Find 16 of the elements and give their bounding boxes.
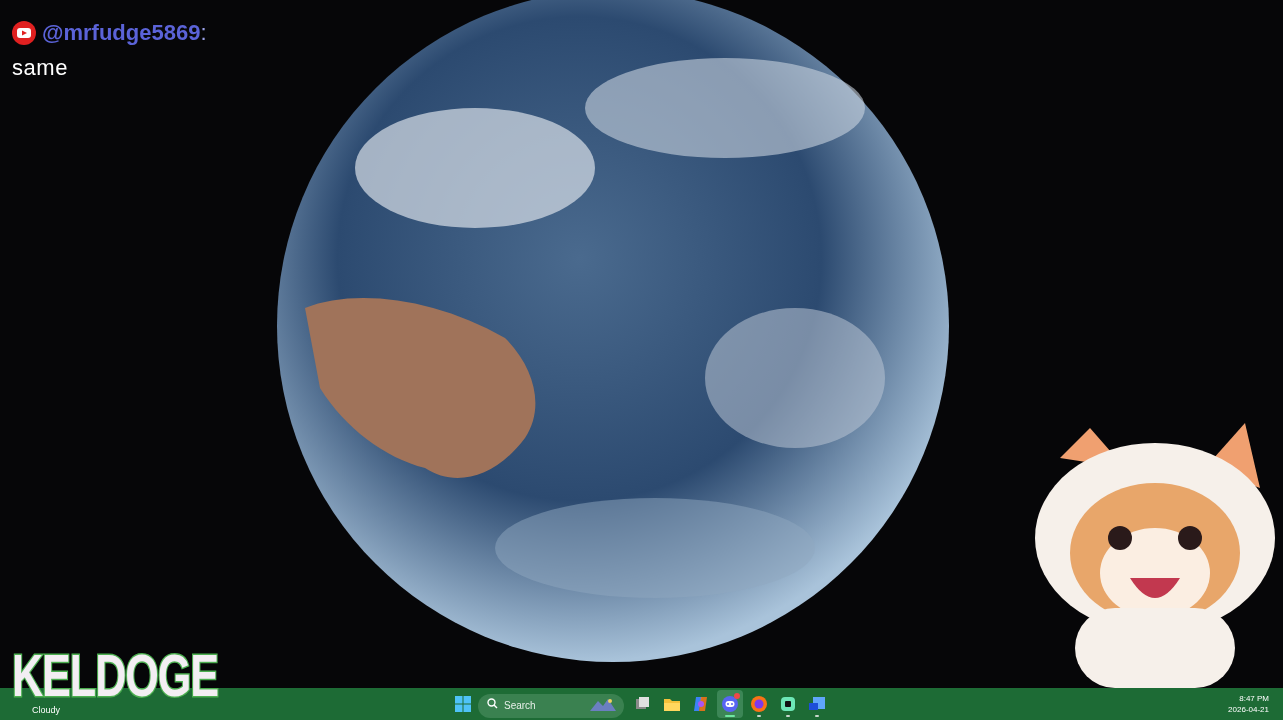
running-indicator [815, 715, 819, 717]
chat-username: @mrfudge5869 [42, 19, 201, 47]
search-field[interactable]: Search [478, 693, 624, 718]
envelope-icon [808, 695, 826, 713]
search-icon [487, 698, 498, 709]
running-indicator [757, 715, 761, 717]
windows-icon [455, 696, 471, 712]
clock-time: 8:47 PM [1239, 693, 1269, 704]
running-indicator [786, 715, 790, 717]
chat-message: same [12, 54, 69, 82]
landscape-icon [590, 697, 616, 711]
video-play-icon [12, 20, 36, 45]
weather-label: Cloudy [32, 704, 60, 716]
clock-date: 2026-04-21 [1228, 704, 1269, 715]
chat-separator: : [200, 19, 207, 47]
running-indicator [725, 715, 735, 717]
